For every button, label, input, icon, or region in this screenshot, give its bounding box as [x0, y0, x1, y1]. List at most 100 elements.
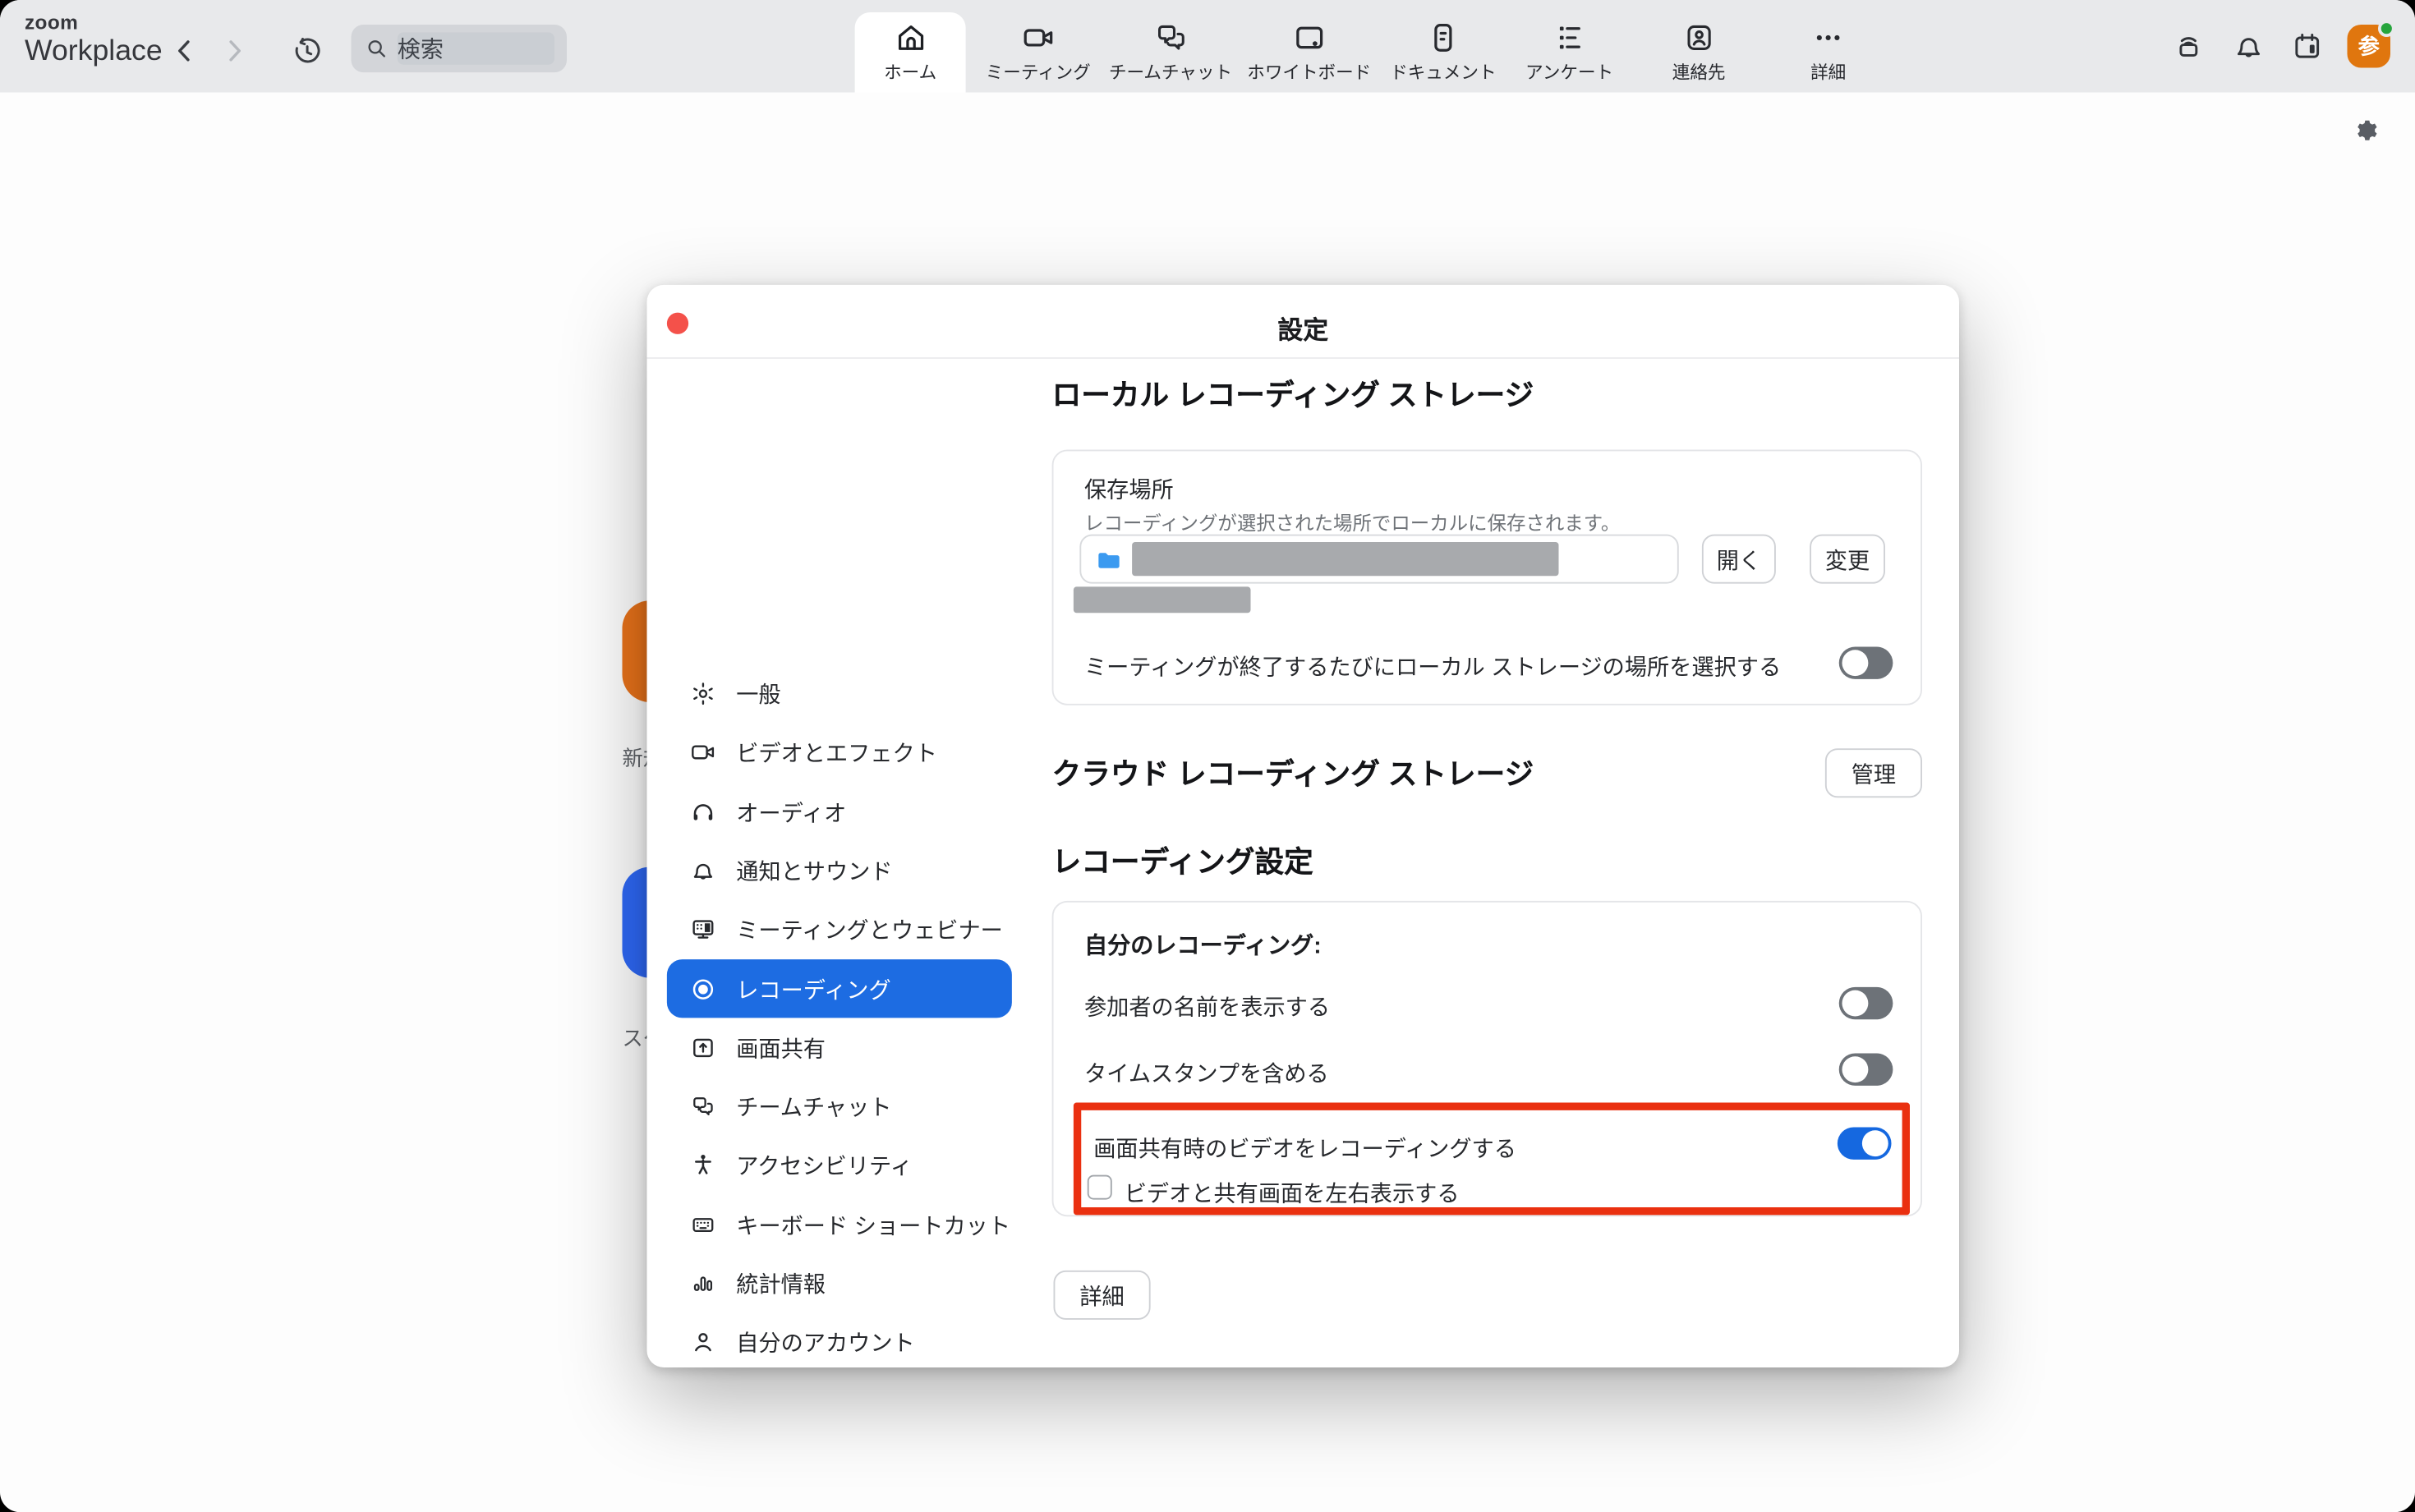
record-video-during-share-label: 画面共有時のビデオをレコーディングする — [1093, 1132, 1516, 1164]
video-icon — [690, 740, 716, 766]
sidebar-label: レコーディング — [736, 972, 890, 1004]
sidebar-item-notifications[interactable]: 通知とサウンド — [667, 841, 1012, 900]
sidebar-item-team-chat[interactable]: チームチャット — [667, 1078, 1012, 1137]
screen: zoom Workplace 検索 ホーム ミーティング — [0, 0, 2415, 1512]
share-screen-icon — [690, 1035, 716, 1061]
sidebar-label: ビデオとエフェクト — [736, 737, 937, 769]
keyboard-icon — [690, 1211, 716, 1238]
whiteboard-icon — [1291, 20, 1327, 55]
tab-whiteboard[interactable]: ホワイトボード — [1232, 12, 1387, 93]
sidebar-item-general[interactable]: 一般 — [667, 664, 1012, 724]
sidebar-label: 自分のアカウント — [736, 1326, 915, 1358]
logo-zoom-text: zoom — [25, 12, 163, 32]
advanced-button[interactable]: 詳細 — [1054, 1271, 1151, 1320]
cloud-storage-heading: クラウド レコーディング ストレージ — [1052, 751, 1534, 793]
tab-more[interactable]: 詳細 — [1795, 12, 1861, 93]
sidebar-label: アクセシビリティ — [736, 1150, 913, 1182]
tab-more-label: 詳細 — [1810, 60, 1846, 85]
change-button[interactable]: 変更 — [1810, 535, 1885, 584]
forward-button[interactable] — [216, 32, 253, 69]
settings-dialog-header: 設定 — [647, 285, 1960, 359]
more-dots-icon — [1810, 20, 1846, 55]
sidebar-item-keyboard-shortcuts[interactable]: キーボード ショートカット — [667, 1195, 1012, 1254]
avatar-initial: 参 — [2358, 31, 2380, 62]
sidebar-item-accessibility[interactable]: アクセシビリティ — [667, 1136, 1012, 1195]
tab-meetings-label: ミーティング — [986, 60, 1091, 85]
share-to-device-icon — [2172, 30, 2206, 63]
record-video-during-share-toggle[interactable] — [1838, 1128, 1892, 1160]
highlight-annotation-box: 画面共有時のビデオをレコーディングする ビデオと共有画面を左右表示する — [1074, 1103, 1910, 1216]
logo-workplace-text: Workplace — [25, 37, 163, 67]
recording-path-field[interactable] — [1079, 535, 1678, 584]
sidebar-item-screen-share[interactable]: 画面共有 — [667, 1018, 1012, 1078]
gear-icon — [690, 681, 716, 707]
save-location-desc: レコーディングが選択された場所でローカルに保存されます。 — [1084, 507, 1620, 536]
recording-settings-heading: レコーディング設定 — [1052, 839, 1313, 881]
close-button[interactable] — [667, 313, 688, 334]
choose-location-toggle-label: ミーティングが終了するたびにローカル ストレージの場所を選択する — [1084, 650, 1781, 682]
back-button[interactable] — [167, 32, 204, 69]
record-icon — [690, 976, 716, 1002]
path-redaction — [1132, 542, 1558, 576]
tab-contacts-label: 連絡先 — [1672, 60, 1726, 85]
contact-card-icon — [1681, 20, 1717, 55]
local-storage-heading: ローカル レコーディング ストレージ — [1052, 373, 1534, 415]
home-settings-gear-button[interactable] — [2353, 117, 2381, 145]
history-clock-icon — [290, 34, 322, 67]
sidebar-label: 通知とサウンド — [736, 855, 892, 887]
tab-contacts[interactable]: 連絡先 — [1657, 12, 1741, 93]
search-icon — [365, 37, 388, 60]
show-names-toggle[interactable] — [1839, 987, 1893, 1019]
sidebar-item-video[interactable]: ビデオとエフェクト — [667, 724, 1012, 783]
search-input[interactable]: 検索 — [352, 25, 568, 72]
tab-team-chat[interactable]: チームチャット — [1093, 12, 1248, 93]
tab-whiteboard-label: ホワイトボード — [1247, 60, 1371, 85]
toggle-knob — [1842, 650, 1869, 676]
headphones-icon — [690, 798, 716, 825]
toggle-knob — [1842, 1056, 1869, 1082]
sidebar-label: キーボード ショートカット — [736, 1208, 1010, 1240]
sidebar-item-recording[interactable]: レコーディング — [667, 959, 1012, 1018]
zoom-workplace-logo: zoom Workplace — [25, 12, 163, 67]
tab-surveys[interactable]: アンケート — [1510, 12, 1628, 93]
local-storage-card: 保存場所 レコーディングが選択された場所でローカルに保存されます。 開く 変更 … — [1052, 450, 1922, 705]
choose-location-toggle[interactable] — [1839, 647, 1893, 679]
video-camera-icon — [1020, 20, 1056, 55]
avatar[interactable]: 参 — [2348, 25, 2391, 68]
recording-settings-card: 自分のレコーディング: 参加者の名前を表示する タイムスタンプを含める 画面共有… — [1052, 901, 1922, 1216]
chat-icon — [690, 1094, 716, 1120]
account-icon — [690, 1330, 716, 1356]
chevron-left-icon — [169, 35, 200, 67]
tab-surveys-label: アンケート — [1525, 60, 1613, 85]
gear-icon — [2353, 117, 2381, 145]
tab-home-label: ホーム — [884, 60, 936, 85]
notifications-bell-icon — [2232, 30, 2266, 63]
save-location-label: 保存場所 — [1084, 473, 1174, 505]
side-by-side-checkbox[interactable] — [1088, 1175, 1112, 1200]
sidebar-item-my-account[interactable]: 自分のアカウント — [667, 1313, 1012, 1372]
sidebar-label: 画面共有 — [736, 1032, 826, 1064]
sidebar-item-meetings[interactable]: ミーティングとウェビナー — [667, 900, 1012, 959]
tab-docs[interactable]: ドキュメント — [1374, 12, 1511, 93]
sidebar-item-audio[interactable]: オーディオ — [667, 783, 1012, 842]
notifications-button[interactable] — [2232, 30, 2266, 63]
show-names-label: 参加者の名前を表示する — [1084, 990, 1330, 1023]
my-recordings-title: 自分のレコーディング: — [1084, 929, 1322, 961]
timestamp-toggle[interactable] — [1839, 1054, 1893, 1086]
path-redaction-2 — [1074, 586, 1251, 613]
top-toolbar: zoom Workplace 検索 ホーム ミーティング — [0, 0, 2415, 93]
share-to-device-button[interactable] — [2172, 30, 2206, 63]
sidebar-label: オーディオ — [736, 796, 846, 828]
sidebar-item-statistics[interactable]: 統計情報 — [667, 1254, 1012, 1313]
toggle-knob — [1862, 1130, 1888, 1156]
calendar-button[interactable] — [2290, 30, 2324, 63]
document-icon — [1425, 20, 1460, 55]
manage-button[interactable]: 管理 — [1825, 748, 1922, 797]
open-button[interactable]: 開く — [1702, 535, 1776, 584]
presence-dot — [2378, 20, 2395, 37]
sidebar-label: ミーティングとウェビナー — [736, 913, 1003, 945]
tab-meetings[interactable]: ミーティング — [970, 12, 1106, 93]
sidebar-label: 一般 — [736, 678, 780, 710]
history-button[interactable] — [288, 32, 325, 69]
tab-home[interactable]: ホーム — [855, 12, 966, 93]
